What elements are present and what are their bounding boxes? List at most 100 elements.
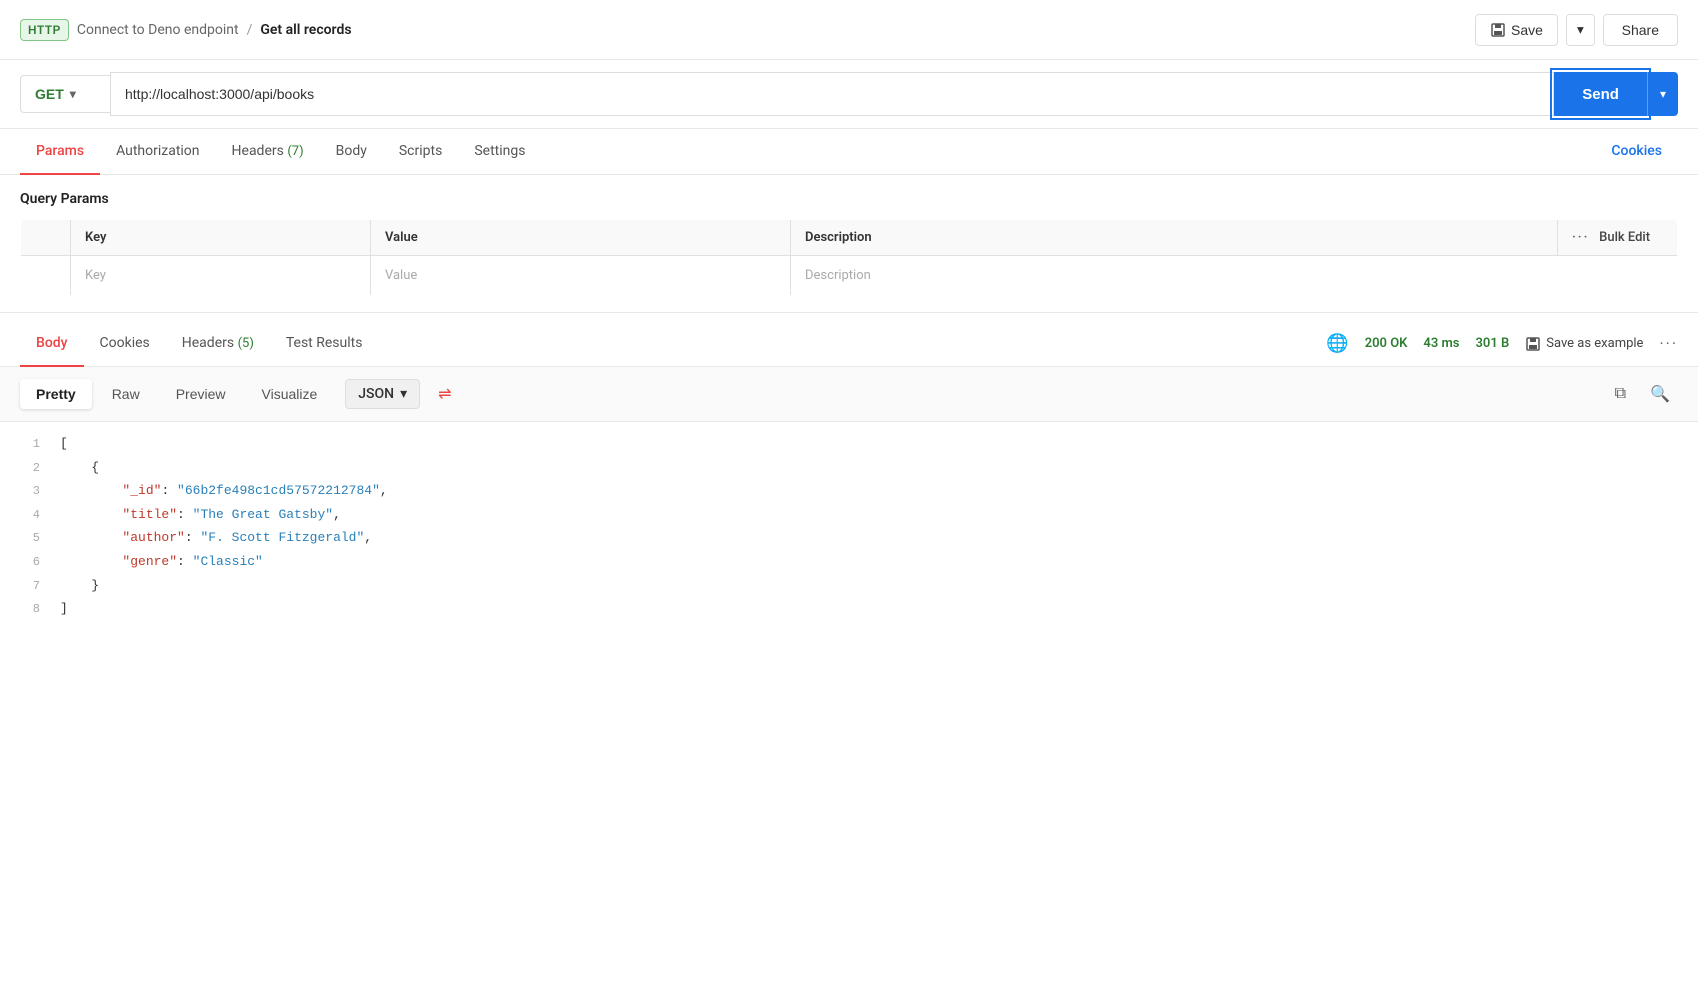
url-input[interactable] bbox=[110, 72, 1554, 116]
copy-icon: ⧉ bbox=[1615, 385, 1626, 402]
view-pretty-button[interactable]: Pretty bbox=[20, 379, 92, 409]
th-key: Key bbox=[71, 220, 371, 256]
code-line-6: 6 "genre": "Classic" bbox=[0, 550, 1698, 574]
code-line-5: 5 "author": "F. Scott Fitzgerald", bbox=[0, 526, 1698, 550]
send-btn-group: Send ▾ bbox=[1554, 72, 1678, 116]
wrap-button[interactable]: ⇌ bbox=[428, 377, 461, 411]
breadcrumb-current: Get all records bbox=[260, 22, 351, 38]
params-table: Key Value Description ··· Bulk Edit Key … bbox=[20, 219, 1678, 296]
view-preview-label: Preview bbox=[176, 386, 226, 402]
response-tab-cookies[interactable]: Cookies bbox=[84, 321, 166, 367]
tab-body[interactable]: Body bbox=[320, 129, 383, 175]
copy-button[interactable]: ⧉ bbox=[1607, 378, 1634, 410]
line-num-1: 1 bbox=[10, 434, 40, 456]
tab-settings-label: Settings bbox=[474, 143, 525, 159]
code-content-5: "author": "F. Scott Fitzgerald", bbox=[60, 526, 372, 549]
response-tabs: Body Cookies Headers (5) Test Results bbox=[20, 321, 1326, 366]
row-value-cell[interactable]: Value bbox=[371, 256, 791, 296]
method-selector[interactable]: GET ▾ bbox=[20, 75, 110, 113]
header-right: Save ▾ Share bbox=[1475, 14, 1678, 46]
line-num-3: 3 bbox=[10, 481, 40, 503]
view-raw-button[interactable]: Raw bbox=[96, 379, 156, 409]
save-example-button[interactable]: Save as example bbox=[1525, 336, 1643, 352]
query-params-section: Query Params Key Value Description ··· B… bbox=[0, 175, 1698, 312]
tab-scripts-label: Scripts bbox=[399, 143, 442, 159]
globe-icon: 🌐 bbox=[1326, 333, 1348, 354]
chevron-down-icon: ▾ bbox=[1577, 22, 1584, 37]
response-meta: 🌐 200 OK 43 ms 301 B Save as example ··· bbox=[1326, 333, 1678, 354]
share-button[interactable]: Share bbox=[1603, 14, 1678, 46]
code-content-2: { bbox=[60, 456, 99, 479]
save-label: Save bbox=[1511, 22, 1543, 38]
status-code: 200 OK bbox=[1365, 336, 1408, 351]
tab-cookies-label: Cookies bbox=[1611, 143, 1662, 159]
view-preview-button[interactable]: Preview bbox=[160, 379, 242, 409]
tab-body-label: Body bbox=[336, 143, 367, 159]
tab-settings[interactable]: Settings bbox=[458, 129, 541, 175]
line-num-4: 4 bbox=[10, 505, 40, 527]
tab-params-label: Params bbox=[36, 143, 84, 159]
url-bar: GET ▾ Send ▾ bbox=[0, 60, 1698, 129]
th-value: Value bbox=[371, 220, 791, 256]
th-actions: ··· Bulk Edit bbox=[1558, 220, 1678, 256]
line-num-6: 6 bbox=[10, 552, 40, 574]
headers-badge: (7) bbox=[287, 144, 303, 159]
format-chevron-icon: ▾ bbox=[400, 386, 407, 402]
send-dropdown-button[interactable]: ▾ bbox=[1647, 72, 1678, 116]
response-more-options-icon[interactable]: ··· bbox=[1659, 334, 1678, 353]
http-icon-badge: HTTP bbox=[20, 19, 69, 41]
code-content-7: } bbox=[60, 574, 99, 597]
breadcrumb-parent: Connect to Deno endpoint bbox=[77, 22, 239, 38]
response-tab-cookies-label: Cookies bbox=[100, 335, 150, 351]
send-chevron-icon: ▾ bbox=[1660, 87, 1666, 101]
search-button[interactable]: 🔍 bbox=[1642, 378, 1678, 410]
format-bar-right: ⧉ 🔍 bbox=[1607, 378, 1678, 410]
code-content-4: "title": "The Great Gatsby", bbox=[60, 503, 341, 526]
wrap-icon: ⇌ bbox=[438, 386, 451, 403]
line-num-8: 8 bbox=[10, 599, 40, 621]
code-line-3: 3 "_id": "66b2fe498c1cd57572212784", bbox=[0, 479, 1698, 503]
save-dropdown-button[interactable]: ▾ bbox=[1566, 14, 1595, 46]
response-tab-body-label: Body bbox=[36, 335, 68, 351]
more-options-icon[interactable]: ··· bbox=[1572, 230, 1589, 245]
save-button[interactable]: Save bbox=[1475, 14, 1558, 46]
code-line-7: 7 } bbox=[0, 574, 1698, 598]
tab-scripts[interactable]: Scripts bbox=[383, 129, 458, 175]
row-desc-cell[interactable]: Description bbox=[791, 256, 1678, 296]
response-tab-body[interactable]: Body bbox=[20, 321, 84, 367]
row-key-cell[interactable]: Key bbox=[71, 256, 371, 296]
bulk-edit-button[interactable]: Bulk Edit bbox=[1599, 230, 1650, 245]
breadcrumb-separator: / bbox=[247, 22, 253, 38]
code-content-8: ] bbox=[60, 597, 68, 620]
method-chevron-icon: ▾ bbox=[70, 87, 76, 101]
tab-authorization[interactable]: Authorization bbox=[100, 129, 215, 175]
method-label: GET bbox=[35, 86, 64, 102]
code-line-1: 1 [ bbox=[0, 432, 1698, 456]
format-bar: Pretty Raw Preview Visualize JSON ▾ ⇌ ⧉ … bbox=[0, 367, 1698, 422]
response-size: 301 B bbox=[1475, 336, 1509, 351]
table-row: Key Value Description bbox=[21, 256, 1678, 296]
format-selector[interactable]: JSON ▾ bbox=[345, 379, 420, 409]
line-num-5: 5 bbox=[10, 528, 40, 550]
code-content-1: [ bbox=[60, 432, 68, 455]
send-button[interactable]: Send bbox=[1554, 72, 1647, 116]
request-tabs-bar: Params Authorization Headers (7) Body Sc… bbox=[0, 129, 1698, 175]
query-params-title: Query Params bbox=[20, 191, 1678, 207]
view-pretty-label: Pretty bbox=[36, 386, 76, 402]
th-description: Description bbox=[791, 220, 1558, 256]
response-tab-headers[interactable]: Headers (5) bbox=[166, 321, 270, 367]
tab-headers[interactable]: Headers (7) bbox=[216, 129, 320, 175]
tab-cookies[interactable]: Cookies bbox=[1595, 129, 1678, 175]
response-time: 43 ms bbox=[1423, 336, 1459, 351]
search-icon: 🔍 bbox=[1650, 386, 1670, 403]
line-num-2: 2 bbox=[10, 458, 40, 480]
code-line-8: 8 ] bbox=[0, 597, 1698, 621]
view-visualize-button[interactable]: Visualize bbox=[246, 379, 334, 409]
save-icon bbox=[1490, 22, 1506, 38]
th-checkbox bbox=[21, 220, 71, 256]
response-tab-test-results[interactable]: Test Results bbox=[270, 321, 379, 367]
row-checkbox-cell bbox=[21, 256, 71, 296]
line-num-7: 7 bbox=[10, 576, 40, 598]
save-example-label: Save as example bbox=[1546, 336, 1643, 351]
tab-params[interactable]: Params bbox=[20, 129, 100, 175]
